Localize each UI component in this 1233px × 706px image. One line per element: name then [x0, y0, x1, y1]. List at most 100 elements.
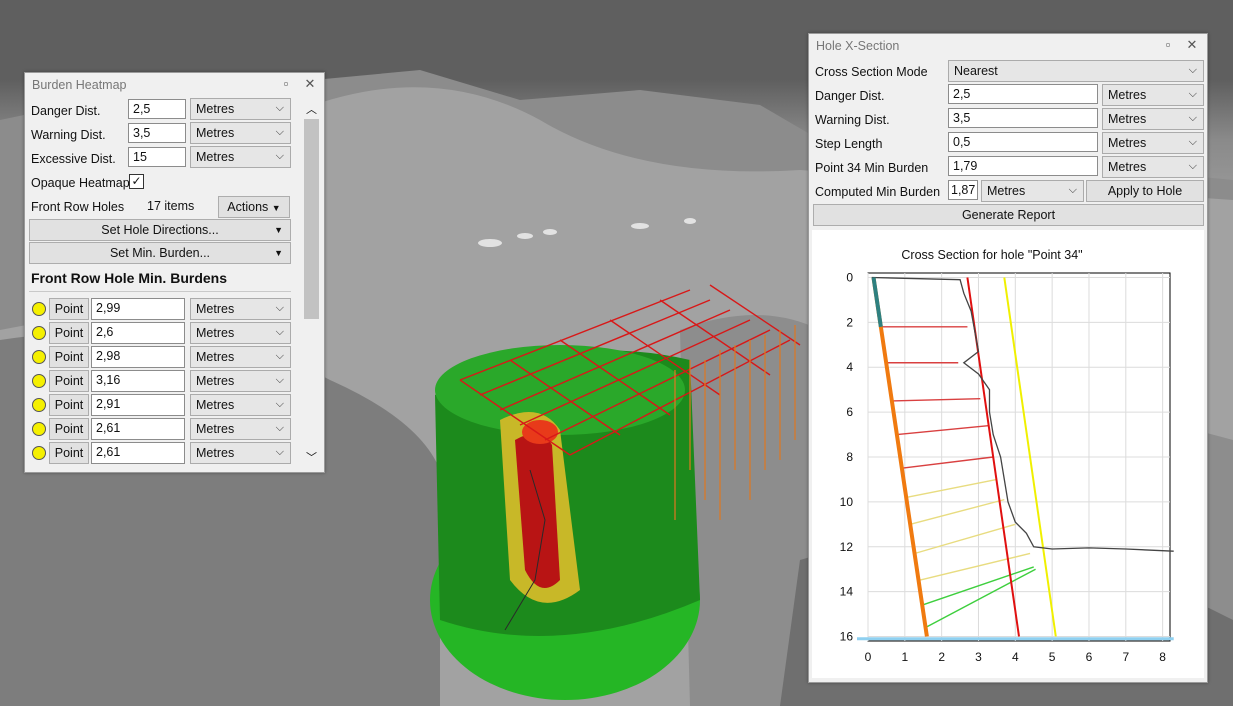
- danger-unit-value: Metres: [1108, 88, 1147, 102]
- min-burden-unit-select[interactable]: Metres ⌵: [190, 346, 291, 368]
- point-button[interactable]: Point: [49, 346, 89, 368]
- excessive-unit-select[interactable]: Metres ⌵: [190, 146, 291, 168]
- excessive-dist-input[interactable]: 15: [128, 147, 186, 167]
- danger-unit-value: Metres: [196, 102, 235, 116]
- set-min-burden-label: Set Min. Burden...: [109, 246, 211, 260]
- vertical-scrollbar[interactable]: ︿ ﹀: [301, 97, 322, 470]
- caret-down-icon: ▼: [274, 225, 283, 235]
- warning-unit-select[interactable]: Metres ⌵: [1102, 108, 1204, 130]
- x-tick-label: 1: [901, 650, 908, 664]
- min-burden-unit-select[interactable]: Metres ⌵: [190, 418, 291, 440]
- min-burden-input[interactable]: 2,91: [91, 394, 185, 416]
- window-title: Hole X-Section: [816, 39, 900, 53]
- point-button[interactable]: Point: [49, 322, 89, 344]
- actions-button[interactable]: Actions ▼: [218, 196, 290, 218]
- danger-unit-select[interactable]: Metres ⌵: [190, 98, 291, 120]
- point-min-unit-select[interactable]: Metres ⌵: [1102, 156, 1204, 178]
- warning-dist-input[interactable]: 3,5: [948, 108, 1098, 128]
- scrollbar-thumb[interactable]: [304, 119, 319, 319]
- actions-label: Actions: [227, 200, 269, 214]
- x-tick-label: 3: [975, 650, 982, 664]
- status-indicator-icon: [32, 326, 46, 340]
- restore-icon[interactable]: ▫: [278, 76, 294, 92]
- chevron-down-icon: ⌵: [275, 350, 284, 362]
- min-burden-input[interactable]: 2,99: [91, 298, 185, 320]
- danger-dist-input[interactable]: 2,5: [128, 99, 186, 119]
- unit-value: Metres: [196, 422, 235, 436]
- point-button[interactable]: Point: [49, 298, 89, 320]
- opaque-heatmap-checkbox[interactable]: ✓: [129, 174, 144, 189]
- point-button[interactable]: Point: [49, 394, 89, 416]
- y-tick-label: 16: [840, 630, 854, 644]
- unit-value: Metres: [196, 446, 235, 460]
- min-burden-input[interactable]: 3,16: [91, 370, 185, 392]
- step-length-input[interactable]: 0,5: [948, 132, 1098, 152]
- min-burden-input[interactable]: 2,6: [91, 322, 185, 344]
- scroll-down-icon[interactable]: ﹀: [306, 449, 317, 465]
- point-button[interactable]: Point: [49, 370, 89, 392]
- unit-value: Metres: [196, 302, 235, 316]
- set-min-burden-button[interactable]: Set Min. Burden... ▼: [29, 242, 291, 264]
- warning-unit-value: Metres: [1108, 112, 1147, 126]
- x-tick-label: 7: [1122, 650, 1129, 664]
- min-burden-unit-select[interactable]: Metres ⌵: [190, 442, 291, 464]
- point-min-burden-input[interactable]: 1,79: [948, 156, 1098, 176]
- cross-section-mode-label: Cross Section Mode: [815, 65, 928, 79]
- status-indicator-icon: [32, 374, 46, 388]
- unit-value: Metres: [196, 326, 235, 340]
- chevron-down-icon: ⌵: [275, 398, 284, 410]
- set-hole-directions-button[interactable]: Set Hole Directions... ▼: [29, 219, 291, 241]
- chevron-down-icon: ⌵: [275, 126, 284, 138]
- chevron-down-icon: ⌵: [275, 422, 284, 434]
- computed-unit-value: Metres: [987, 184, 1026, 198]
- point-min-burden-label: Point 34 Min Burden: [815, 161, 929, 175]
- step-unit-select[interactable]: Metres ⌵: [1102, 132, 1204, 154]
- min-burden-input[interactable]: 2,98: [91, 346, 185, 368]
- cross-section-mode-value: Nearest: [954, 64, 998, 78]
- warning-dist-input[interactable]: 3,5: [128, 123, 186, 143]
- danger-unit-select[interactable]: Metres ⌵: [1102, 84, 1204, 106]
- min-burden-unit-select[interactable]: Metres ⌵: [190, 298, 291, 320]
- chevron-down-icon: ⌵: [1188, 88, 1197, 100]
- x-tick-label: 6: [1086, 650, 1093, 664]
- point-button[interactable]: Point: [49, 418, 89, 440]
- apply-to-hole-button[interactable]: Apply to Hole: [1086, 180, 1204, 202]
- min-burden-input[interactable]: 2,61: [91, 418, 185, 440]
- status-indicator-icon: [32, 446, 46, 460]
- cross-section-mode-select[interactable]: Nearest ⌵: [948, 60, 1204, 82]
- min-burden-unit-select[interactable]: Metres ⌵: [190, 394, 291, 416]
- window-title: Burden Heatmap: [32, 78, 127, 92]
- chevron-down-icon: ⌵: [275, 326, 284, 338]
- chevron-down-icon: ⌵: [275, 302, 284, 314]
- opaque-heatmap-label: Opaque Heatmap: [31, 176, 130, 190]
- burden-heatmap-window: Burden Heatmap ▫ ✕ Danger Dist. 2,5 Metr…: [24, 72, 325, 473]
- chevron-down-icon: ⌵: [1188, 64, 1197, 76]
- min-burden-unit-select[interactable]: Metres ⌵: [190, 370, 291, 392]
- min-burden-unit-select[interactable]: Metres ⌵: [190, 322, 291, 344]
- caret-down-icon: ▼: [274, 248, 283, 258]
- chevron-down-icon: ⌵: [1188, 136, 1197, 148]
- min-burden-input[interactable]: 2,61: [91, 442, 185, 464]
- hole-xsection-titlebar[interactable]: Hole X-Section ▫ ✕: [809, 34, 1207, 58]
- computed-unit-select[interactable]: Metres ⌵: [981, 180, 1084, 202]
- cross-section-plot: 0 1 2 3 4 5 6 7 80246810121416Cross Section for …: [840, 248, 1174, 664]
- close-icon[interactable]: ✕: [1184, 37, 1200, 53]
- status-indicator-icon: [32, 350, 46, 364]
- x-tick-label: 8: [1159, 650, 1166, 664]
- close-icon[interactable]: ✕: [302, 76, 318, 92]
- step-unit-value: Metres: [1108, 136, 1147, 150]
- restore-icon[interactable]: ▫: [1160, 37, 1176, 53]
- front-row-holes-label: Front Row Holes: [31, 200, 125, 214]
- point-button[interactable]: Point: [49, 442, 89, 464]
- danger-dist-input[interactable]: 2,5: [948, 84, 1098, 104]
- burden-heatmap-titlebar[interactable]: Burden Heatmap ▫ ✕: [25, 73, 324, 97]
- hole-xsection-window: Hole X-Section ▫ ✕ Cross Section Mode Ne…: [808, 33, 1208, 683]
- scroll-up-icon[interactable]: ︿: [306, 101, 317, 117]
- chevron-down-icon: ⌵: [1068, 184, 1077, 196]
- y-tick-label: 2: [846, 315, 853, 329]
- generate-report-button[interactable]: Generate Report: [813, 204, 1204, 226]
- warning-unit-select[interactable]: Metres ⌵: [190, 122, 291, 144]
- unit-value: Metres: [196, 398, 235, 412]
- chevron-down-icon: ⌵: [1188, 112, 1197, 124]
- y-tick-label: 10: [840, 495, 854, 509]
